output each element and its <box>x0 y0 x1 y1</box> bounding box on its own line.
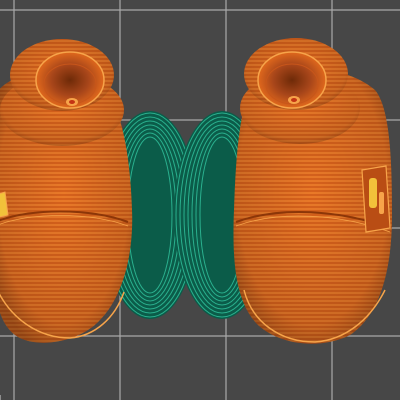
print-bed-view[interactable] <box>0 0 400 400</box>
3d-slicer-preview[interactable] <box>0 0 400 400</box>
